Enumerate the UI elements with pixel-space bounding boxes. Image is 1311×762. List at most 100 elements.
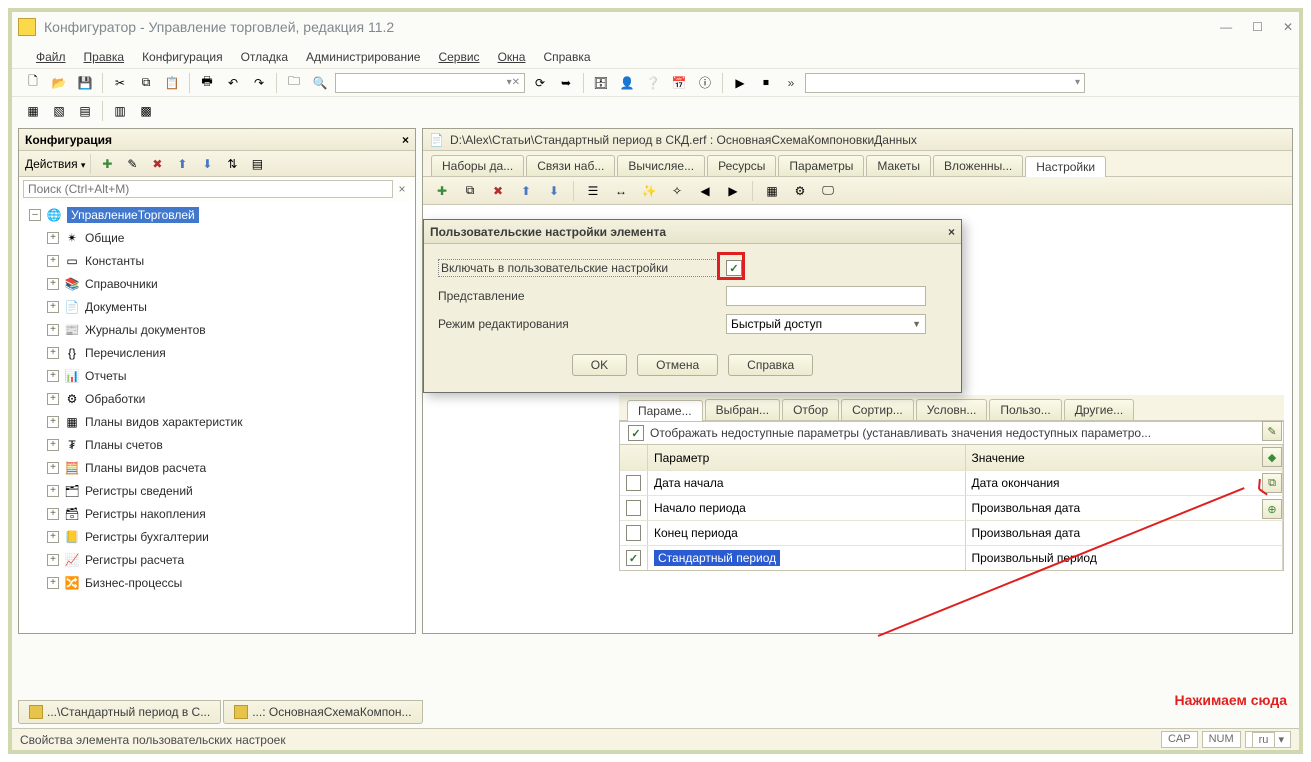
skd-up-icon[interactable]: ⬆ [515,180,537,202]
bottom-tab-1[interactable]: ...\Стандартный период в С... [18,700,221,724]
skd-tab[interactable]: Вложенны... [933,155,1023,176]
skd-tab[interactable]: Настройки [1025,156,1106,177]
tree-item[interactable]: + 📰 Журналы документов [41,318,415,341]
tree-item[interactable]: + 📄 Документы [41,295,415,318]
table-row[interactable]: Дата начала Дата окончания [620,470,1283,495]
help-button[interactable]: Справка [728,354,813,376]
expand-icon[interactable]: + [47,347,59,359]
col-parameter[interactable]: Параметр [648,445,966,470]
toolbar-search2[interactable]: ▾ [805,73,1085,93]
expand-icon[interactable]: + [47,485,59,497]
db-icon[interactable]: 🗄 [590,72,612,94]
zoom-icon[interactable]: 🔍 [309,72,331,94]
skd-wand2-icon[interactable]: ✧ [666,180,688,202]
tree-item[interactable]: + 📈 Регистры расчета [41,548,415,571]
toolbar-search[interactable]: ▾✕ [335,73,525,93]
panel3-icon[interactable]: ▤ [74,100,96,122]
tree-item[interactable]: + ▭ Константы [41,249,415,272]
run-icon[interactable]: ▶ [729,72,751,94]
menu-edit[interactable]: Правка [78,48,131,66]
params-tab[interactable]: Сортир... [841,399,914,420]
tree-item[interactable]: + 📊 Отчеты [41,364,415,387]
side-edit-icon[interactable]: ✎ [1262,421,1282,441]
menu-admin[interactable]: Администрирование [300,48,426,66]
row-checkbox[interactable]: ✓ [626,550,641,566]
expand-icon[interactable]: + [47,370,59,382]
menu-windows[interactable]: Окна [492,48,532,66]
params-tab[interactable]: Другие... [1064,399,1134,420]
skd-tab[interactable]: Ресурсы [707,155,776,176]
skd-left-icon[interactable]: ◀ [694,180,716,202]
tree-item[interactable]: + ✴ Общие [41,226,415,249]
skd-right-icon[interactable]: ▶ [722,180,744,202]
bottom-tab-2[interactable]: ...: ОсновнаяСхемаКомпон... [223,700,422,724]
side-green-icon[interactable]: ◆ [1262,447,1282,467]
skd-preview-icon[interactable]: 🖵 [817,180,839,202]
save-icon[interactable]: 💾 [74,72,96,94]
tree-item[interactable]: + ₮ Планы счетов [41,433,415,456]
expand-icon[interactable]: + [47,255,59,267]
tree-item[interactable]: + 🗃 Регистры накопления [41,502,415,525]
ok-button[interactable]: OK [572,354,627,376]
tree-down-icon[interactable]: ⬇ [196,153,218,175]
skd-copy-icon[interactable]: ⧉ [459,180,481,202]
tree-sort-icon[interactable]: ⇅ [221,153,243,175]
expand-icon[interactable]: + [47,393,59,405]
dialog-close-icon[interactable]: × [948,225,955,239]
expand-icon[interactable]: + [47,462,59,474]
skd-tab[interactable]: Макеты [866,155,931,176]
info-icon[interactable]: ⓘ [694,72,716,94]
tree-item[interactable]: + {} Перечисления [41,341,415,364]
tree-root[interactable]: – 🌐 УправлениеТорговлей [23,203,415,226]
show-unavailable-checkbox[interactable]: ✓ [628,425,644,441]
expand-icon[interactable]: + [47,301,59,313]
undo-icon[interactable]: ↶ [222,72,244,94]
side-settings-plus-icon[interactable]: ⊕ [1262,499,1282,519]
open-folder-icon[interactable]: 📂 [48,72,70,94]
redo-icon[interactable]: ↷ [248,72,270,94]
skd-tab[interactable]: Наборы да... [431,155,524,176]
skd-down-icon[interactable]: ⬇ [543,180,565,202]
stop-icon[interactable]: ⏹ [755,72,777,94]
include-checkbox[interactable]: ✓ [726,260,742,276]
expand-icon[interactable]: + [47,508,59,520]
panel1-icon[interactable]: ▦ [22,100,44,122]
skd-del-icon[interactable]: ✖ [487,180,509,202]
table-row[interactable]: Конец периода Произвольная дата [620,520,1283,545]
copy-icon[interactable]: ⧉ [135,72,157,94]
tree-up-icon[interactable]: ⬆ [171,153,193,175]
menu-config[interactable]: Конфигурация [136,48,229,66]
expand-icon[interactable]: + [47,531,59,543]
tree-edit-icon[interactable]: ✎ [121,153,143,175]
skd-tab[interactable]: Связи наб... [526,155,615,176]
tree-item[interactable]: + 📒 Регистры бухгалтерии [41,525,415,548]
tree-item[interactable]: + ▦ Планы видов характеристик [41,410,415,433]
tree-item[interactable]: + ⚙ Обработки [41,387,415,410]
tree-filter-icon[interactable]: ▤ [246,153,268,175]
expand-icon[interactable]: – [29,209,41,221]
tree-del-icon[interactable]: ✖ [146,153,168,175]
expand-icon[interactable]: + [47,439,59,451]
side-copy-icon[interactable]: ⧉ [1262,473,1282,493]
params-tab[interactable]: Параме... [627,400,703,421]
tree-item[interactable]: + 🔀 Бизнес-процессы [41,571,415,594]
skd-expand-icon[interactable]: ↔ [610,180,632,202]
menu-file[interactable]: Файл [30,48,72,66]
skd-tab[interactable]: Параметры [778,155,864,176]
tree-add-icon[interactable]: ✚ [96,153,118,175]
folder2-icon[interactable]: 🗀 [283,72,305,94]
tree-item[interactable]: + 🧮 Планы видов расчета [41,456,415,479]
table-row[interactable]: Начало периода Произвольная дата [620,495,1283,520]
col-value[interactable]: Значение [966,445,1284,470]
cancel-button[interactable]: Отмена [637,354,718,376]
row-checkbox[interactable] [626,475,641,491]
representation-input[interactable] [726,286,926,306]
panel5-icon[interactable]: ▩ [135,100,157,122]
expand-icon[interactable]: + [47,324,59,336]
skd-group-icon[interactable]: ☰ [582,180,604,202]
expand-icon[interactable]: + [47,232,59,244]
window-maximize[interactable]: ☐ [1252,20,1263,34]
tree-item[interactable]: + 📚 Справочники [41,272,415,295]
params-tab[interactable]: Выбран... [705,399,780,420]
user-icon[interactable]: 👤 [616,72,638,94]
